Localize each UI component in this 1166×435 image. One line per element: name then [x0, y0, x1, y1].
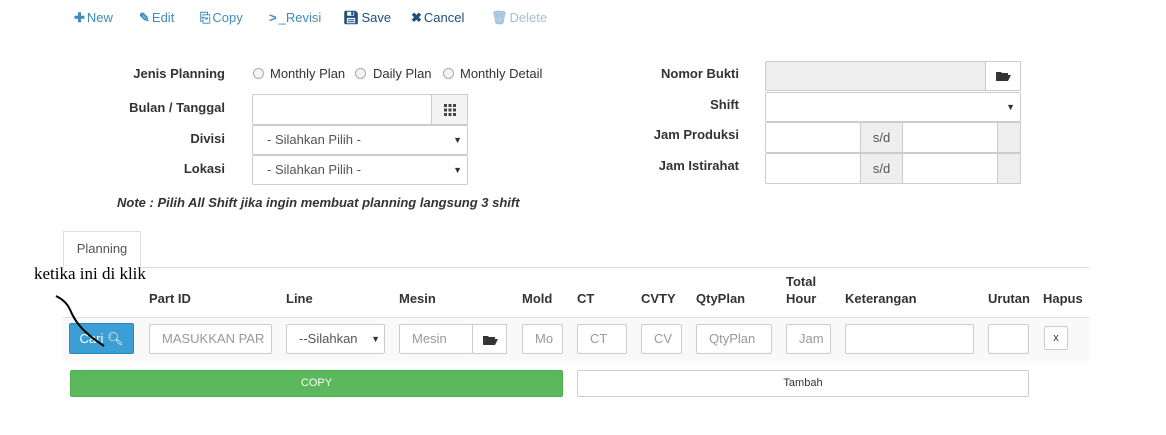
jenis-planning-label: Jenis Planning: [133, 66, 225, 81]
edit-icon: ✎: [139, 10, 150, 25]
header-line: Line: [286, 291, 313, 306]
shift-label: Shift: [710, 97, 739, 112]
mold-input[interactable]: Mo: [522, 324, 563, 354]
total-hour-input[interactable]: Jam: [786, 324, 831, 354]
jam-istirahat-start[interactable]: [765, 153, 861, 184]
save-button[interactable]: 💾︎ Save: [343, 9, 391, 27]
caret-down-icon: ▼: [1006, 102, 1015, 112]
header-mold: Mold: [522, 291, 553, 306]
tab-divider: [63, 267, 1089, 268]
caret-down-icon: ▼: [453, 165, 462, 175]
header-cvty: CVTY: [641, 291, 676, 306]
tab-planning[interactable]: Planning: [63, 231, 141, 268]
keterangan-input[interactable]: [845, 324, 974, 354]
radio-daily-plan[interactable]: [355, 68, 366, 79]
shift-select[interactable]: ▼: [765, 92, 1021, 122]
part-id-input[interactable]: MASUKKAN PAR: [149, 324, 272, 354]
urutan-input[interactable]: [988, 324, 1029, 354]
divisi-select[interactable]: - Silahkan Pilih - ▼: [252, 125, 468, 155]
header-part-id: Part ID: [149, 291, 191, 306]
jam-istirahat-label: Jam Istirahat: [658, 158, 739, 173]
folder-open-icon: [482, 336, 498, 345]
new-button[interactable]: ✚ New: [74, 9, 113, 27]
jam-produksi-start[interactable]: [765, 122, 861, 153]
radio-monthly-plan[interactable]: [253, 68, 264, 79]
jam-istirahat-addon: [997, 153, 1021, 184]
note-text: Note : Pilih All Shift jika ingin membua…: [117, 195, 520, 210]
cancel-button[interactable]: ✖ Cancel: [411, 9, 464, 27]
qtyplan-input[interactable]: QtyPlan: [696, 324, 772, 354]
jam-istirahat-sd: s/d: [860, 153, 903, 184]
jam-istirahat-end[interactable]: [902, 153, 998, 184]
radio-monthly-detail[interactable]: [443, 68, 454, 79]
grid-icon: [443, 104, 456, 116]
jam-produksi-sd: s/d: [860, 122, 903, 153]
divisi-label: Divisi: [190, 131, 225, 146]
header-urutan: Urutan: [988, 291, 1030, 306]
line-select[interactable]: --Silahkan ▼: [286, 324, 385, 354]
delete-button[interactable]: 🗑︎ Delete: [491, 9, 547, 27]
plus-icon: ✚: [74, 10, 85, 25]
radio-label-monthly-detail: Monthly Detail: [460, 66, 543, 81]
radio-label-daily-plan: Daily Plan: [373, 66, 432, 81]
radio-label-monthly-plan: Monthly Plan: [270, 66, 346, 81]
copy-icon: ⎘: [200, 10, 211, 25]
browse-button[interactable]: [985, 61, 1021, 91]
nomor-bukti-input[interactable]: [765, 61, 986, 91]
mesin-browse-button[interactable]: [472, 324, 507, 354]
header-hapus: Hapus: [1043, 291, 1083, 306]
copy-button[interactable]: COPY: [70, 370, 563, 397]
header-hour: Hour: [786, 291, 817, 306]
bulan-tanggal-input[interactable]: [252, 94, 432, 125]
cvty-input[interactable]: CV: [641, 324, 682, 354]
nomor-bukti-label: Nomor Bukti: [661, 66, 739, 81]
lokasi-label: Lokasi: [183, 161, 225, 176]
revisi-button[interactable]: > _Revisi: [269, 9, 321, 27]
header-mesin: Mesin: [399, 291, 436, 306]
calendar-button[interactable]: [431, 94, 468, 125]
close-icon: ✖: [411, 10, 422, 25]
header-ct: CT: [577, 291, 595, 306]
tambah-button[interactable]: Tambah: [577, 370, 1029, 397]
mesin-input[interactable]: Mesin: [399, 324, 473, 354]
trash-icon: 🗑︎: [491, 10, 508, 25]
save-icon: 💾︎: [343, 10, 360, 25]
lokasi-select[interactable]: - Silahkan Pilih - ▼: [252, 155, 468, 185]
jam-produksi-label: Jam Produksi: [653, 127, 739, 142]
hapus-button[interactable]: x: [1044, 326, 1068, 350]
edit-button[interactable]: ✎ Edit: [139, 9, 174, 27]
header-total: Total: [786, 274, 817, 289]
jam-produksi-addon: [997, 122, 1021, 153]
annotation-text: ketika ini di klik: [34, 264, 146, 283]
folder-open-icon: [996, 72, 1011, 81]
terminal-icon: >: [269, 10, 277, 25]
ct-input[interactable]: CT: [577, 324, 627, 354]
header-qtyplan: QtyPlan: [696, 291, 746, 306]
caret-down-icon: ▼: [453, 135, 462, 145]
annotation-arrow: [55, 295, 105, 347]
header-keterangan: Keterangan: [845, 291, 917, 306]
bulan-tanggal-label: Bulan / Tanggal: [129, 100, 225, 115]
copy-toolbar-button[interactable]: ⎘ Copy: [200, 9, 243, 27]
caret-down-icon: ▼: [371, 334, 380, 344]
jam-produksi-end[interactable]: [902, 122, 998, 153]
